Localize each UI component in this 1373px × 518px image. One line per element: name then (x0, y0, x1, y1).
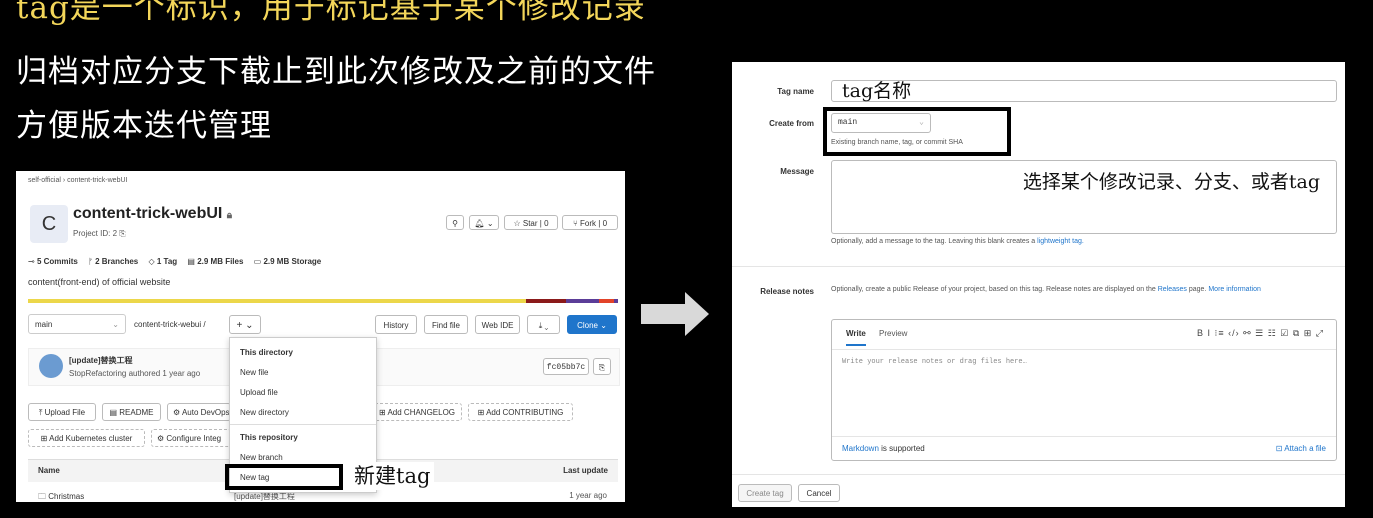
column-last-update: Last update (563, 466, 608, 475)
message-annotation: 选择某个修改记录、分支、或者tag (1022, 171, 1320, 193)
copy-icon: ⎘ (598, 363, 606, 372)
bell-icon: 🔔︎ (474, 219, 485, 228)
new-tag-form-screenshot: Tag name tag名称 Create from main ⌄ Existin… (732, 62, 1345, 507)
notification-settings-button[interactable]: ⚲ (446, 215, 464, 230)
slide-line-2: 归档对应分支下截止到此次修改及之前的文件 (16, 54, 656, 90)
arrow-right-icon (641, 292, 709, 336)
dropdown-divider (230, 424, 376, 425)
tab-write[interactable]: Write (846, 329, 866, 346)
project-id: Project ID: 2 ⎘ (73, 229, 126, 238)
column-name: Name (38, 466, 60, 475)
add-contributing-action[interactable]: ⊞ Add CONTRIBUTING (468, 403, 573, 421)
notification-button[interactable]: 🔔︎ ⌄ (469, 215, 499, 230)
pin-icon: ⚲ (452, 219, 458, 228)
create-tag-button[interactable]: Create tag (738, 484, 792, 502)
project-title: content-trick-webUI 🔒︎ (73, 205, 233, 222)
file-row-name[interactable]: 🗀︎ Christmas (38, 491, 84, 502)
folder-icon: 🗀︎ (38, 492, 46, 501)
menu-new-file[interactable]: New file (240, 368, 268, 377)
gitlab-project-screenshot: self-official › content-trick-webUI C co… (16, 171, 625, 502)
fork-icon: ⑂ (572, 219, 578, 228)
release-notes-editor: Write Preview B I ⁝≡ ‹/› ⚯ ☰ ☷ ☑ ⧉ ⊞ ⤢ W… (831, 319, 1337, 461)
file-row-time: 1 year ago (569, 491, 607, 500)
storage-link[interactable]: ▭ 2.9 MB Storage (254, 257, 322, 266)
releases-link[interactable]: Releases (1158, 286, 1187, 293)
highlight-new-tag (225, 464, 343, 490)
commits-link[interactable]: ⊸ 5 Commits (28, 257, 78, 266)
copy-icon[interactable]: ⎘ (119, 229, 125, 238)
slide-line-1: tag是一个标识，用于标记基于某个修改记录 (16, 0, 646, 26)
find-file-button[interactable]: Find file (424, 315, 468, 334)
menu-new-branch[interactable]: New branch (240, 453, 283, 462)
tag-name-input[interactable]: tag名称 (831, 80, 1337, 102)
project-stats: ⊸ 5 Commits ᚠ 2 Branches ◇ 1 Tag ▤ 2.9 M… (28, 257, 329, 266)
release-notes-textarea[interactable]: Write your release notes or drag files h… (842, 358, 1027, 366)
add-to-tree-button[interactable]: + ⌄ (229, 315, 261, 334)
markdown-support-note: Markdown is supported (842, 444, 925, 453)
project-description: content(front-end) of official website (28, 277, 171, 287)
lightweight-tag-link[interactable]: lightweight tag. (1037, 238, 1084, 245)
tag-name-label: Tag name (777, 87, 814, 96)
more-information-link[interactable]: More information (1208, 286, 1261, 293)
upload-file-action[interactable]: ⤒ Upload File (28, 403, 96, 421)
fork-button[interactable]: ⑂ Fork | 0 (562, 215, 618, 230)
highlight-create-from (823, 107, 1011, 156)
menu-upload-file[interactable]: Upload file (240, 388, 278, 397)
markdown-link[interactable]: Markdown (842, 444, 879, 453)
auto-devops-action[interactable]: ⚙ Auto DevOps (167, 403, 231, 421)
star-button[interactable]: ☆ Star | 0 (504, 215, 558, 230)
commit-meta: StopRefactoring authored 1 year ago (69, 369, 201, 378)
language-bar (28, 299, 618, 303)
dropdown-header-repository: This repository (240, 433, 298, 442)
message-textarea[interactable]: 选择某个修改记录、分支、或者tag (831, 160, 1337, 234)
breadcrumb[interactable]: self-official › content-trick-webUI (28, 177, 127, 184)
release-notes-label: Release notes (760, 287, 814, 296)
annotation-new-tag: 新建tag (350, 462, 435, 490)
add-kubernetes-action[interactable]: ⊞ Add Kubernetes cluster (28, 429, 145, 447)
footer-divider (732, 474, 1345, 475)
configure-integrations-action[interactable]: ⚙ Configure Integ (151, 429, 231, 447)
project-avatar: C (30, 205, 68, 243)
attach-file-button[interactable]: ⊡ Attach a file (1276, 444, 1326, 453)
cancel-button[interactable]: Cancel (798, 484, 840, 502)
readme-action[interactable]: ▤ README (102, 403, 161, 421)
message-hint: Optionally, add a message to the tag. Le… (831, 238, 1084, 245)
paperclip-icon: ⊡ (1275, 444, 1283, 453)
commit-sha[interactable]: fc05bb7c (543, 358, 589, 375)
repo-path: content-trick-webui / (134, 320, 206, 329)
dropdown-header-directory: This directory (240, 348, 293, 357)
branches-link[interactable]: ᚠ 2 Branches (88, 257, 138, 266)
copy-sha-button[interactable]: ⎘ (593, 358, 611, 375)
download-button[interactable]: ⤓ ⌄ (527, 315, 560, 334)
clone-button[interactable]: Clone ⌄ (567, 315, 617, 334)
slide-line-3: 方便版本迭代管理 (16, 108, 272, 144)
section-divider (732, 266, 1345, 267)
menu-new-directory[interactable]: New directory (240, 408, 289, 417)
tag-name-value: tag名称 (842, 80, 912, 102)
history-button[interactable]: History (375, 315, 417, 334)
release-notes-hint: Optionally, create a public Release of y… (831, 286, 1261, 293)
lock-icon: 🔒︎ (226, 210, 233, 221)
tab-preview[interactable]: Preview (879, 329, 907, 338)
add-changelog-action[interactable]: ⊞ Add CHANGELOG (372, 403, 462, 421)
commit-author-avatar (39, 354, 63, 378)
tags-link[interactable]: ◇ 1 Tag (148, 257, 177, 266)
branch-select[interactable]: main ⌄ (28, 314, 126, 334)
create-from-label: Create from (769, 119, 814, 128)
markdown-toolbar[interactable]: B I ⁝≡ ‹/› ⚯ ☰ ☷ ☑ ⧉ ⊞ ⤢ (1197, 328, 1324, 339)
commit-title[interactable]: [update]替换工程 (69, 355, 133, 366)
files-link[interactable]: ▤ 2.9 MB Files (187, 257, 243, 266)
message-label: Message (780, 167, 814, 176)
web-ide-button[interactable]: Web IDE (475, 315, 520, 334)
